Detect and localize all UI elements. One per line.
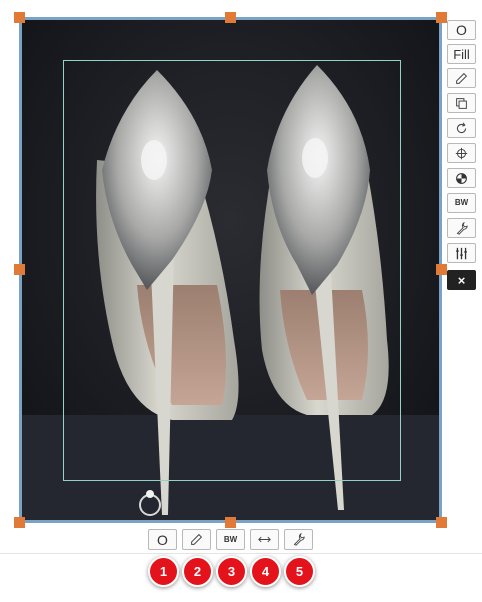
resize-handle-middle-left[interactable]: [14, 264, 25, 275]
focal-point-button[interactable]: [447, 143, 476, 163]
duplicate-button[interactable]: [447, 93, 476, 113]
pencil-icon: [191, 533, 203, 545]
callout-badge-1: 1: [148, 556, 179, 587]
resize-handle-top-center[interactable]: [225, 12, 236, 23]
filters-button[interactable]: [447, 243, 476, 263]
resize-handle-bottom-center[interactable]: [225, 517, 236, 528]
divider: [0, 553, 482, 554]
resize-handle-bottom-left[interactable]: [14, 517, 25, 528]
rotate-button[interactable]: [447, 118, 476, 138]
contrast-icon: [456, 172, 467, 184]
fill-button[interactable]: Fill: [447, 44, 476, 64]
bottom-resize-button[interactable]: [250, 529, 279, 550]
close-button[interactable]: ×: [447, 270, 476, 290]
callout-badge-5: 5: [284, 556, 315, 587]
resize-handle-top-right[interactable]: [436, 12, 447, 23]
image-frame[interactable]: [19, 17, 442, 523]
resize-handle-top-left[interactable]: [14, 12, 25, 23]
black-white-button[interactable]: BW: [447, 193, 476, 213]
edit-button[interactable]: [447, 68, 476, 88]
wrench-icon: [293, 533, 305, 546]
bottom-black-white-button[interactable]: BW: [216, 529, 245, 550]
callout-badge-4: 4: [250, 556, 281, 587]
resize-horizontal-icon: [258, 536, 271, 543]
resize-handle-middle-right[interactable]: [436, 264, 447, 275]
wrench-icon: [456, 221, 468, 235]
resize-handle-bottom-right[interactable]: [436, 517, 447, 528]
bottom-edit-button[interactable]: [182, 529, 211, 550]
shoes-photo: [22, 20, 439, 520]
callout-badge-2: 2: [182, 556, 213, 587]
original-button[interactable]: O: [447, 20, 476, 40]
pencil-icon: [456, 72, 468, 84]
bottom-original-button[interactable]: O: [148, 529, 177, 550]
crosshair-icon: [455, 147, 468, 159]
adjust-button[interactable]: [447, 218, 476, 238]
contrast-button[interactable]: [447, 168, 476, 188]
sliders-icon: [456, 247, 467, 259]
copy-icon: [456, 97, 467, 109]
bottom-adjust-button[interactable]: [284, 529, 313, 550]
rotate-icon: [456, 122, 467, 133]
callout-badge-3: 3: [216, 556, 247, 587]
